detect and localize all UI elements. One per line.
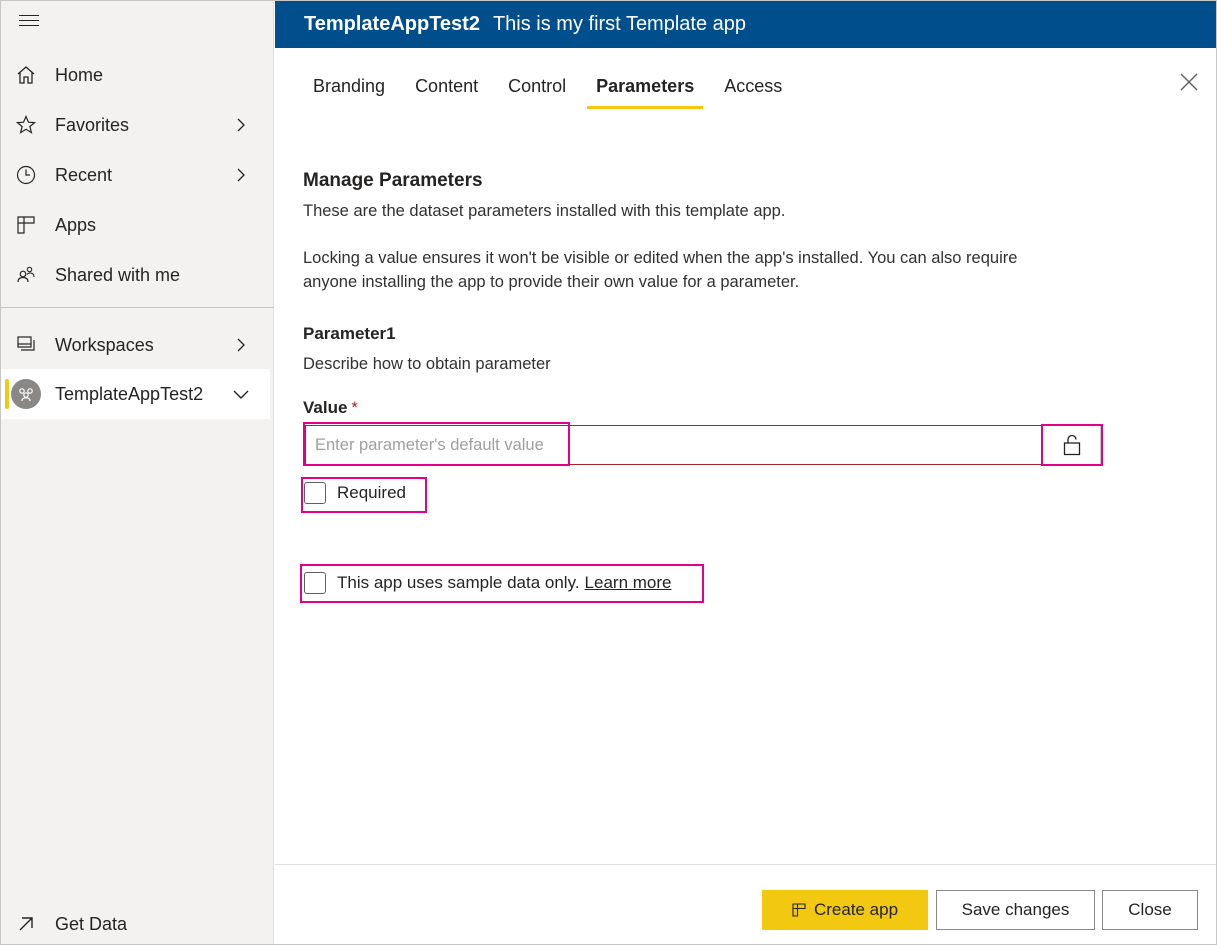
required-checkbox-row[interactable]: Required [304, 482, 406, 504]
intro-text: These are the dataset parameters install… [303, 202, 786, 220]
sidebar-item-label: Apps [55, 214, 97, 235]
tab-access[interactable]: Access [724, 76, 782, 109]
create-app-button[interactable]: Create app [762, 890, 928, 930]
value-label: Value * [303, 398, 358, 418]
app-description: This is my first Template app [492, 13, 747, 35]
required-asterisk: * [351, 398, 359, 417]
close-button[interactable]: Close [1102, 890, 1198, 930]
parameter-value-input[interactable] [305, 425, 1042, 465]
sidebar-item-label: Home [55, 64, 104, 85]
learn-more-link[interactable]: Learn more [585, 573, 672, 593]
save-changes-button[interactable]: Save changes [936, 890, 1095, 930]
parameter-description: Describe how to obtain parameter [303, 355, 551, 373]
apps-icon [792, 903, 806, 917]
sample-data-checkbox[interactable] [304, 572, 326, 594]
tab-content[interactable]: Content [415, 76, 478, 109]
sidebar-item-templateapptest2[interactable]: TemplateAppTest2 [1, 369, 270, 419]
footer-divider [275, 864, 1216, 865]
chevron-right-icon[interactable] [233, 117, 249, 133]
app-name: TemplateAppTest2 [304, 13, 480, 35]
star-icon [15, 114, 37, 136]
unlock-icon [1063, 434, 1080, 456]
value-label-text: Value [303, 398, 348, 417]
tab-branding[interactable]: Branding [313, 76, 385, 109]
sidebar-item-label: Get Data [55, 913, 128, 934]
lock-info-line-1: Locking a value ensures it won't be visi… [303, 249, 1018, 267]
required-label: Required [337, 483, 406, 502]
required-checkbox[interactable] [304, 482, 326, 504]
arrow-up-right-icon [15, 913, 37, 935]
section-title: Manage Parameters [303, 170, 483, 191]
shared-icon [15, 264, 37, 286]
sidebar-item-get-data[interactable]: Get Data [1, 899, 270, 945]
lock-info-text: Locking a value ensures it won't be visi… [303, 246, 1093, 294]
sidebar-item-recent[interactable]: Recent [1, 150, 270, 200]
tab-bar: Branding Content Control Parameters Acce… [313, 76, 812, 109]
sidebar-item-label: Workspaces [55, 334, 154, 355]
sidebar-item-favorites[interactable]: Favorites [1, 100, 270, 150]
sidebar-item-workspaces[interactable]: Workspaces [1, 320, 270, 370]
app-header: TemplateAppTest2 This is my first Templa… [275, 1, 1216, 48]
create-app-label: Create app [813, 900, 899, 919]
sidebar-item-label: Favorites [55, 114, 130, 135]
home-icon [15, 64, 37, 86]
sidebar-item-label: Recent [55, 164, 113, 185]
chevron-right-icon[interactable] [233, 167, 249, 183]
sidebar: Home Favorites Recent Apps Shared with m… [1, 1, 274, 944]
close-icon[interactable] [1179, 72, 1199, 92]
apps-icon [15, 214, 37, 236]
lock-info-line-2: anyone installing the app to provide the… [303, 273, 800, 291]
sidebar-item-label: Shared with me [55, 264, 181, 285]
active-indicator [5, 379, 9, 409]
tab-control[interactable]: Control [508, 76, 566, 109]
sample-data-checkbox-row[interactable]: This app uses sample data only. Learn mo… [304, 572, 671, 594]
sidebar-item-label: TemplateAppTest2 [55, 383, 204, 404]
chevron-down-icon[interactable] [233, 386, 249, 402]
workspace-avatar-icon [11, 379, 41, 409]
sidebar-item-home[interactable]: Home [1, 50, 270, 100]
lock-button[interactable] [1043, 425, 1101, 465]
sidebar-item-apps[interactable]: Apps [1, 200, 270, 250]
chevron-right-icon[interactable] [233, 337, 249, 353]
parameter-name: Parameter1 [303, 324, 396, 343]
workspaces-icon [15, 334, 37, 356]
sidebar-item-shared[interactable]: Shared with me [1, 250, 270, 300]
clock-icon [15, 164, 37, 186]
sample-data-label: This app uses sample data only. [337, 573, 580, 592]
hamburger-icon[interactable] [19, 15, 39, 31]
sidebar-divider [1, 307, 274, 308]
tab-parameters[interactable]: Parameters [587, 76, 704, 109]
